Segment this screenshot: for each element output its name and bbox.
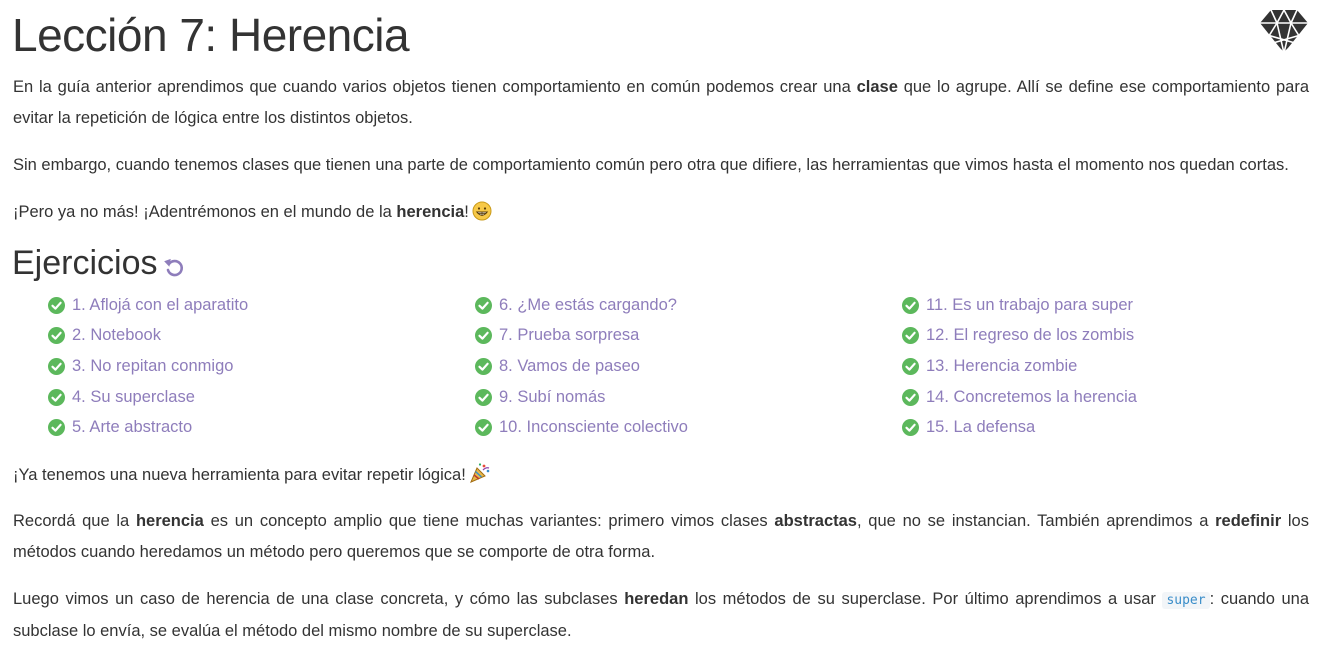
check-circle-icon — [48, 296, 65, 314]
check-circle-icon — [48, 388, 65, 406]
exercise-item[interactable]: 14. Concretemos la herencia — [902, 382, 1137, 413]
exercise-item[interactable]: 5. Arte abstracto — [48, 412, 248, 443]
exercise-label: 5. Arte abstracto — [72, 418, 193, 437]
ruby-gem-icon — [1260, 9, 1308, 54]
check-circle-icon — [902, 327, 919, 345]
exercise-label: 3. No repitan conmigo — [72, 356, 234, 375]
exercise-item[interactable]: 7. Prueba sorpresa — [475, 321, 688, 352]
exercise-item[interactable]: 2. Notebook — [48, 321, 248, 352]
check-circle-icon — [475, 419, 492, 437]
exercise-label: 8. Vamos de paseo — [499, 356, 640, 375]
exercise-label: 10. Inconsciente colectivo — [499, 418, 688, 437]
check-circle-icon — [48, 357, 65, 375]
exercise-item[interactable]: 15. La defensa — [902, 412, 1137, 443]
exercise-list-column-1: 1. Aflojá con el aparatito 2. Notebook 3. … — [48, 290, 248, 443]
restart-icon[interactable] — [163, 256, 185, 278]
exercises-heading: Ejercicios — [12, 241, 185, 285]
party-popper-emoji — [469, 463, 490, 483]
exercise-item[interactable]: 4. Su superclase — [48, 382, 248, 413]
exercise-label: 7. Prueba sorpresa — [499, 326, 640, 345]
check-circle-icon — [902, 388, 919, 406]
lesson-page: Lección 7: Herencia En la guía anterior … — [0, 0, 1337, 652]
page-title: Lección 7: Herencia — [12, 9, 410, 61]
check-circle-icon — [48, 419, 65, 437]
check-circle-icon — [902, 296, 919, 314]
exercise-item[interactable]: 6. ¿Me estás cargando? — [475, 290, 688, 321]
exercise-label: 14. Concretemos la herencia — [926, 387, 1137, 406]
intro-paragraph-1: En la guía anterior aprendimos que cuand… — [13, 78, 1309, 127]
exercise-label: 4. Su superclase — [72, 387, 195, 406]
outro-paragraph-2: Recordá que la herencia es un concepto a… — [13, 512, 1309, 561]
exercise-item[interactable]: 13. Herencia zombie — [902, 351, 1137, 382]
outro-paragraph-3: Luego vimos un caso de herencia de una c… — [13, 590, 1309, 640]
exercise-item[interactable]: 9. Subí nomás — [475, 382, 688, 413]
exercise-label: 15. La defensa — [926, 418, 1036, 437]
exercise-item[interactable]: 11. Es un trabajo para super — [902, 290, 1137, 321]
outro-paragraph-1: ¡Ya tenemos una nueva herramienta para e… — [13, 460, 1309, 491]
exercise-item[interactable]: 1. Aflojá con el aparatito — [48, 290, 248, 321]
check-circle-icon — [475, 327, 492, 345]
intro-paragraph-3: ¡Pero ya no más! ¡Adentrémonos en el mun… — [13, 197, 1309, 228]
exercise-item[interactable]: 3. No repitan conmigo — [48, 351, 248, 382]
check-circle-icon — [902, 357, 919, 375]
exercise-label: 1. Aflojá con el aparatito — [72, 295, 249, 314]
exercise-label: 2. Notebook — [72, 326, 161, 345]
check-circle-icon — [475, 357, 492, 375]
exercise-item[interactable]: 8. Vamos de paseo — [475, 351, 688, 382]
exercise-label: 11. Es un trabajo para super — [926, 295, 1133, 314]
exercise-list-column-3: 11. Es un trabajo para super 12. El regre… — [902, 290, 1137, 443]
exercise-item[interactable]: 10. Inconsciente colectivo — [475, 412, 688, 443]
exercise-label: 12. El regreso de los zombis — [926, 326, 1135, 345]
intro-paragraph-2: Sin embargo, cuando tenemos clases que t… — [13, 156, 1289, 174]
exercise-label: 6. ¿Me estás cargando? — [499, 295, 677, 314]
exercise-label: 9. Subí nomás — [499, 387, 606, 406]
grinning-face-emoji — [472, 201, 492, 221]
exercise-item[interactable]: 12. El regreso de los zombis — [902, 321, 1137, 352]
check-circle-icon — [475, 296, 492, 314]
exercise-label: 13. Herencia zombie — [926, 356, 1078, 375]
check-circle-icon — [48, 327, 65, 345]
check-circle-icon — [475, 388, 492, 406]
exercise-list-column-2: 6. ¿Me estás cargando? 7. Prueba sorpresa… — [475, 290, 688, 443]
super-code: super — [1162, 592, 1210, 609]
check-circle-icon — [902, 419, 919, 437]
